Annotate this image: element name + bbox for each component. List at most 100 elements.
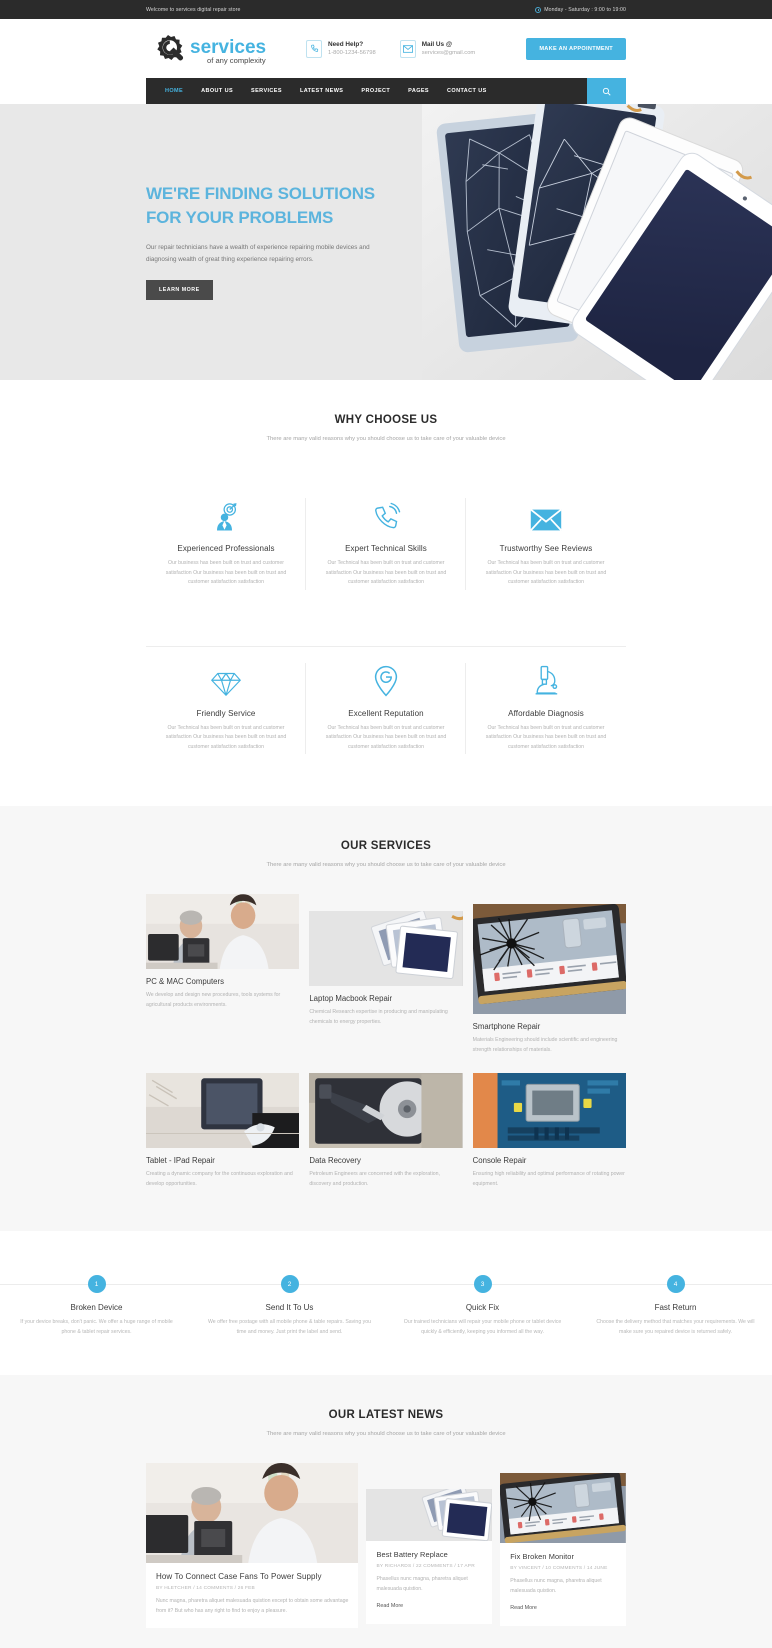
read-more-link[interactable]: Read More xyxy=(376,1603,403,1609)
feature-grid-row-2: Friendly Service Our Technical has been … xyxy=(146,645,626,771)
news-card-title[interactable]: Best Battery Replace xyxy=(376,1550,482,1559)
header-mail-block[interactable]: Mail Us @ services@gmail.com xyxy=(399,39,476,58)
step-title: Fast Return xyxy=(654,1303,697,1312)
hero-title-line2: FOR YOUR PROBLEMS xyxy=(146,208,334,227)
nav-list: HOME ABOUT US SERVICES LATEST NEWS PROJE… xyxy=(146,78,496,104)
feature-card-affordable-diagnosis[interactable]: Affordable Diagnosis Our Technical has b… xyxy=(466,645,626,771)
service-card-laptop-macbook-repair[interactable]: Laptop Macbook Repair Chemical Research … xyxy=(309,894,463,1055)
nav-item-pages[interactable]: PAGES xyxy=(399,88,438,94)
phone-value: 1-800-1234-56798 xyxy=(328,49,376,56)
service-text: Chemical Research expertise in producing… xyxy=(309,1009,448,1025)
news-card-fix-broken-monitor[interactable]: Fix Broken Monitor BY VINCENT / 10 COMME… xyxy=(500,1473,626,1626)
header-phone-block[interactable]: Need Help? 1-800-1234-56798 xyxy=(306,39,376,58)
target-professional-icon xyxy=(158,496,294,532)
search-button[interactable] xyxy=(587,78,626,104)
location-pin-icon xyxy=(318,661,454,697)
feature-title: Trustworthy See Reviews xyxy=(499,544,593,553)
step-title: Send It To Us xyxy=(265,1303,314,1312)
feature-card-excellent-reputation[interactable]: Excellent Reputation Our Technical has b… xyxy=(306,645,466,771)
service-card-data-recovery[interactable]: Data Recovery Petroleum Engineers are co… xyxy=(309,1073,463,1189)
envelope-icon xyxy=(478,496,614,532)
feature-text: Our Technical has been built on trust an… xyxy=(165,724,287,750)
step-send-it-to-us[interactable]: 2 Send It To Us We offer free postage wi… xyxy=(193,1275,386,1337)
news-body: How To Connect Case Fans To Power Supply… xyxy=(146,1563,358,1628)
feature-title: Experienced Professionals xyxy=(177,544,275,553)
news-body: Fix Broken Monitor BY VINCENT / 10 COMME… xyxy=(500,1543,626,1626)
our-services-section: OUR SERVICES There are many valid reason… xyxy=(0,806,772,1231)
diamond-icon xyxy=(158,661,294,697)
why-choose-subtitle: There are many valid reasons why you sho… xyxy=(266,436,506,442)
nav-item-home[interactable]: HOME xyxy=(156,88,192,94)
service-title: Console Repair xyxy=(472,1156,527,1165)
feature-text: Our business has been built on trust and… xyxy=(165,560,287,585)
mail-text: Mail Us @ services@gmail.com xyxy=(422,40,476,58)
logo-icon: services of any complexity xyxy=(157,34,266,65)
news-card-meta: BY RICHARDS / 22 COMMENTS / 17 APR xyxy=(376,1564,475,1569)
phone-label: Need Help? xyxy=(328,40,364,48)
step-number: 4 xyxy=(666,1275,685,1293)
welcome-text: Welcome to services digital repair store xyxy=(146,6,241,13)
mail-label: Mail Us @ xyxy=(421,40,453,48)
nav-item-services[interactable]: SERVICES xyxy=(242,88,291,94)
read-more-link[interactable]: Read More xyxy=(510,1605,537,1611)
feature-card-experienced-professionals[interactable]: Experienced Professionals Our business h… xyxy=(146,482,306,606)
news-title: OUR LATEST NEWS xyxy=(328,1409,444,1421)
nav-item-project[interactable]: PROJECT xyxy=(352,88,399,94)
step-number: 1 xyxy=(87,1275,106,1293)
feature-card-trustworthy-see-reviews[interactable]: Trustworthy See Reviews Our Technical ha… xyxy=(466,482,626,606)
feature-text: Our Technical has been built on trust an… xyxy=(485,560,607,585)
step-broken-device[interactable]: 1 Broken Device If your device breaks, d… xyxy=(0,1275,193,1337)
services-grid-row-2: Tablet - IPad Repair Creating a dynamic … xyxy=(146,1073,626,1189)
clock-icon xyxy=(535,6,542,13)
hero-paragraph: Our repair technicians have a wealth of … xyxy=(146,244,370,263)
service-title: Laptop Macbook Repair xyxy=(309,994,393,1003)
step-text: We offer free postage with all mobile ph… xyxy=(207,1319,372,1335)
service-title: Tablet - IPad Repair xyxy=(146,1156,215,1165)
service-card-console-repair[interactable]: Console Repair Ensuring high reliability… xyxy=(472,1073,626,1189)
service-text: Ensuring high reliability and optimal pe… xyxy=(472,1171,625,1187)
service-card-pc-mac-computers[interactable]: PC & MAC Computers We develop and design… xyxy=(146,894,300,1055)
why-choose-title: WHY CHOOSE US xyxy=(334,414,438,426)
news-card-best-battery-replace[interactable]: Best Battery Replace BY RICHARDS / 22 CO… xyxy=(366,1489,493,1624)
hero-text-block: WE'RE FINDING SOLUTIONS FOR YOUR PROBLEM… xyxy=(146,182,416,300)
service-card-tablet-ipad-repair[interactable]: Tablet - IPad Repair Creating a dynamic … xyxy=(146,1073,300,1189)
news-image xyxy=(366,1489,493,1541)
feature-title: Affordable Diagnosis xyxy=(508,708,584,718)
service-text: Creating a dynamic company for the conti… xyxy=(146,1171,293,1187)
step-fast-return[interactable]: 4 Fast Return Choose the delivery method… xyxy=(579,1275,772,1337)
step-title: Quick Fix xyxy=(465,1303,500,1312)
learn-more-button[interactable]: LEARN MORE xyxy=(146,280,213,300)
feature-card-expert-technical-skills[interactable]: Expert Technical Skills Our Technical ha… xyxy=(306,482,466,606)
feature-card-friendly-service[interactable]: Friendly Service Our Technical has been … xyxy=(146,645,306,771)
feature-text: Our Technical has been built on trust an… xyxy=(325,724,447,750)
page-root: Welcome to services digital repair store… xyxy=(0,0,772,1648)
phone-ring-icon xyxy=(318,496,454,532)
service-card-smartphone-repair[interactable]: Smartphone Repair Materials Engineering … xyxy=(472,894,626,1055)
news-body: Best Battery Replace BY RICHARDS / 22 CO… xyxy=(366,1541,492,1624)
news-subtitle: There are many valid reasons why you sho… xyxy=(266,1431,506,1437)
service-text: Materials Engineering should include sci… xyxy=(472,1037,618,1053)
latest-news-section: OUR LATEST NEWS There are many valid rea… xyxy=(0,1375,772,1648)
service-text: Petroleum Engineers are concerned with t… xyxy=(309,1171,440,1187)
news-card-excerpt: Phasellus nunc magna, pharetra aliquet m… xyxy=(510,1578,602,1594)
nav-item-latest-news[interactable]: LATEST NEWS xyxy=(291,88,352,94)
step-number: 2 xyxy=(280,1275,299,1293)
svg-text:of any complexity: of any complexity xyxy=(207,56,266,65)
service-image xyxy=(472,904,626,1014)
nav-item-about-us[interactable]: ABOUT US xyxy=(192,88,242,94)
hero-tablets-image xyxy=(422,104,772,380)
make-appointment-button[interactable]: MAKE AN APPOINTMENT xyxy=(526,37,626,60)
service-image xyxy=(309,911,463,986)
step-text: If your device breaks, don't panic. We o… xyxy=(20,1319,173,1335)
site-logo[interactable]: services of any complexity xyxy=(146,31,282,67)
steps-grid: 1 Broken Device If your device breaks, d… xyxy=(0,1275,772,1337)
news-card-title[interactable]: How To Connect Case Fans To Power Supply xyxy=(156,1572,348,1581)
mail-value: services@gmail.com xyxy=(421,49,476,56)
news-card-excerpt: Phasellus nunc magna, pharetra aliquet m… xyxy=(376,1576,468,1592)
news-image xyxy=(146,1463,359,1563)
news-card-title[interactable]: Fix Broken Monitor xyxy=(510,1552,616,1561)
service-text: We develop and design new procedures, to… xyxy=(146,992,281,1008)
step-quick-fix[interactable]: 3 Quick Fix Our trained technicians will… xyxy=(386,1275,579,1337)
news-card-how-to-connect-case-fans[interactable]: How To Connect Case Fans To Power Supply… xyxy=(146,1463,359,1628)
nav-item-contact-us[interactable]: CONTACT US xyxy=(438,88,496,94)
